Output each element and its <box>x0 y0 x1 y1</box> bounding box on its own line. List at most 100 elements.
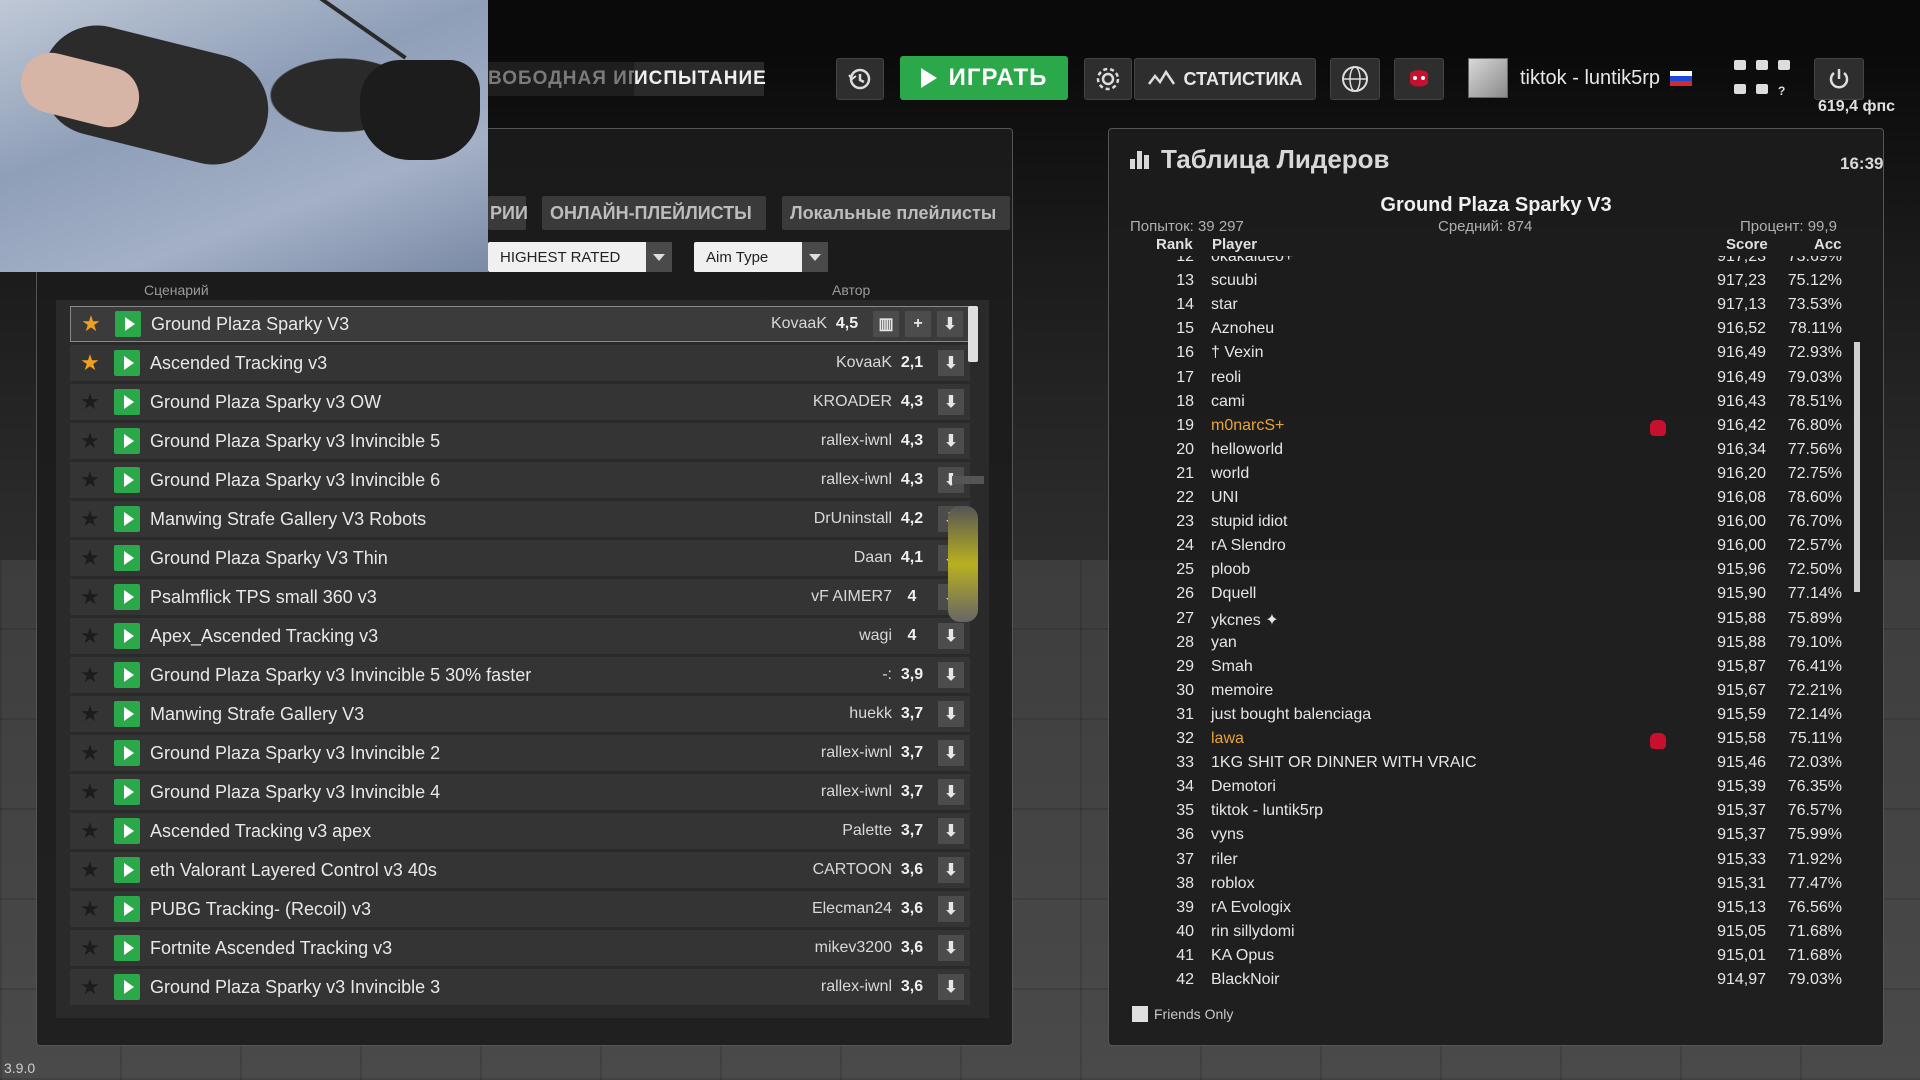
leaderboard-row[interactable]: 17 reoli 916,49 79.03% <box>1124 369 1850 393</box>
friends-only-checkbox[interactable] <box>1132 1006 1148 1022</box>
leaderboard-row[interactable]: 23 stupid idiot 916,00 76.70% <box>1124 513 1850 537</box>
scenario-row[interactable]: ★ Ground Plaza Sparky v3 Invincible 5 30%… <box>70 657 970 693</box>
download-icon[interactable]: ⬇ <box>938 896 964 922</box>
play-scenario-button[interactable] <box>114 545 140 571</box>
leaderboard-row[interactable]: 14 star 917,13 73.53% <box>1124 296 1850 320</box>
play-scenario-button[interactable] <box>114 623 140 649</box>
scenario-row[interactable]: ★ Ground Plaza Sparky v3 Invincible 3 rall… <box>70 969 970 1005</box>
star-icon[interactable]: ★ <box>78 662 102 687</box>
scenario-scrollbar[interactable] <box>968 306 978 362</box>
user-profile[interactable]: tiktok - luntik5rp <box>1468 56 1693 100</box>
leaderboard-row[interactable]: 22 UNI 916,08 78.60% <box>1124 489 1850 513</box>
download-icon[interactable]: ⬇ <box>938 623 964 649</box>
tab-scenarios[interactable]: РИИ <box>488 196 528 230</box>
leaderboard-row[interactable]: 18 cami 916,43 78.51% <box>1124 393 1850 417</box>
star-icon[interactable]: ★ <box>78 506 102 531</box>
scenario-row[interactable]: ★ Manwing Strafe Gallery V3 Robots DrUnins… <box>70 501 970 537</box>
play-scenario-button[interactable] <box>114 740 140 766</box>
play-scenario-button[interactable] <box>114 818 140 844</box>
star-icon[interactable]: ★ <box>78 389 102 414</box>
star-icon[interactable]: ★ <box>78 350 102 375</box>
star-icon[interactable]: ★ <box>78 701 102 726</box>
scenario-row[interactable]: ★ PUBG Tracking- (Recoil) v3 Elecman24 3,6 ⬇ <box>70 891 970 927</box>
leaderboard-row[interactable]: 15 Aznoheu 916,52 78.11% <box>1124 320 1850 344</box>
scenario-row[interactable]: ★ Ground Plaza Sparky V3 KovaaK 4,5 ▥ + ⬇ <box>70 306 970 342</box>
scenario-stats-button[interactable]: ▥ <box>873 311 899 337</box>
play-scenario-button[interactable] <box>115 311 141 337</box>
discord-icon[interactable] <box>1734 60 1746 70</box>
leaderboard-row[interactable]: 39 rA Evologix 915,13 76.56% <box>1124 899 1850 923</box>
leaderboard-row[interactable]: 35 tiktok - luntik5rp 915,37 76.57% <box>1124 802 1850 826</box>
download-icon[interactable]: ⬇ <box>938 779 964 805</box>
scenario-row[interactable]: ★ Ground Plaza Sparky v3 Invincible 6 rall… <box>70 462 970 498</box>
profile-mask-button[interactable] <box>1394 58 1444 100</box>
play-scenario-button[interactable] <box>114 779 140 805</box>
statistics-button[interactable]: СТАТИСТИКА <box>1134 58 1316 100</box>
star-icon[interactable]: ★ <box>78 818 102 843</box>
play-scenario-button[interactable] <box>114 428 140 454</box>
leaderboard-row[interactable]: 26 Dquell 915,90 77.14% <box>1124 585 1850 609</box>
leaderboard-row[interactable]: 41 KA Opus 915,01 71.68% <box>1124 947 1850 971</box>
play-scenario-button[interactable] <box>114 584 140 610</box>
leaderboard-row[interactable]: 27 ykcnes ✦ 915,88 75.89% <box>1124 610 1850 634</box>
leaderboard-row[interactable]: 33 1KG SHIT OR DINNER WITH VRAIC 915,46 72.… <box>1124 754 1850 778</box>
play-scenario-button[interactable] <box>114 350 140 376</box>
steam-icon[interactable] <box>1756 84 1768 94</box>
star-icon[interactable]: ★ <box>78 974 102 999</box>
scenario-row[interactable]: ★Psalmflick TPS small 360 v3vF AIMER74⬇ <box>70 579 970 615</box>
download-icon[interactable]: ⬇ <box>938 857 964 883</box>
download-icon[interactable]: ⬇ <box>938 935 964 961</box>
download-icon[interactable]: ⬇ <box>938 701 964 727</box>
scenario-row[interactable]: ★ Fortnite Ascended Tracking v3 mikev3200 3… <box>70 930 970 966</box>
star-icon[interactable]: ★ <box>78 935 102 960</box>
leaderboard-row[interactable]: 38 roblox 915,31 77.47% <box>1124 875 1850 899</box>
play-scenario-button[interactable] <box>114 389 140 415</box>
twitter-icon[interactable] <box>1756 60 1768 70</box>
leaderboard-row[interactable]: 12 okakaiueo+ 917,23 73.69% <box>1124 256 1850 272</box>
leaderboard-row[interactable]: 19 m0narcS+ 916,42 76.80% <box>1124 417 1850 441</box>
download-icon[interactable]: ⬇ <box>938 389 964 415</box>
play-scenario-button[interactable] <box>114 857 140 883</box>
reddit-icon[interactable] <box>1778 60 1790 70</box>
download-icon[interactable]: ⬇ <box>937 311 963 337</box>
leaderboard-row[interactable]: 25 ploob 915,96 72.50% <box>1124 561 1850 585</box>
scenario-row[interactable]: ★Ground Plaza Sparky V3 ThinDaan4,1⬇ <box>70 540 970 576</box>
leaderboard-scrollbar[interactable] <box>1854 342 1860 592</box>
star-icon[interactable]: ★ <box>78 545 102 570</box>
leaderboard-row[interactable]: 30 memoire 915,67 72.21% <box>1124 682 1850 706</box>
play-scenario-button[interactable] <box>114 467 140 493</box>
play-scenario-button[interactable] <box>114 506 140 532</box>
star-icon[interactable]: ★ <box>78 623 102 648</box>
leaderboard-row[interactable]: 24 rA Slendro 916,00 72.57% <box>1124 537 1850 561</box>
tab-local-playlists[interactable]: Локальные плейлисты <box>782 196 1010 230</box>
leaderboard-row[interactable]: 37 riler 915,33 71.92% <box>1124 851 1850 875</box>
leaderboard-row[interactable]: 29 Smah 915,87 76.41% <box>1124 658 1850 682</box>
power-button[interactable] <box>1814 58 1864 100</box>
scenario-row[interactable]: ★ eth Valorant Layered Control v3 40s CART… <box>70 852 970 888</box>
sort-dropdown[interactable]: HIGHEST RATED <box>488 242 672 272</box>
web-button[interactable] <box>1330 58 1380 100</box>
scenario-row[interactable]: ★ Ground Plaza Sparky v3 Invincible 2 rall… <box>70 735 970 771</box>
friends-only-toggle[interactable]: Friends Only <box>1132 1006 1233 1022</box>
scenario-row[interactable]: ★ Apex_Ascended Tracking v3 wagi 4 ⬇ <box>70 618 970 654</box>
scenario-row[interactable]: ★ Ascended Tracking v3 apex Palette 3,7 ⬇ <box>70 813 970 849</box>
play-scenario-button[interactable] <box>114 701 140 727</box>
help-icon[interactable]: ? <box>1778 84 1790 98</box>
scenario-row[interactable]: ★ Ground Plaza Sparky v3 Invincible 4 rall… <box>70 774 970 810</box>
star-icon[interactable]: ★ <box>78 740 102 765</box>
leaderboard-row[interactable]: 20 helloworld 916,34 77.56% <box>1124 441 1850 465</box>
tab-free-play[interactable]: ВОБОДНАЯ ИГ <box>488 62 648 96</box>
leaderboard-rows[interactable]: 12 okakaiueo+ 917,23 73.69% 13 scuubi 917,23 75… <box>1124 256 1850 996</box>
scenario-list[interactable]: ★ Ground Plaza Sparky V3 KovaaK 4,5 ▥ + ⬇ ★ Asce… <box>56 300 989 1018</box>
download-icon[interactable]: ⬇ <box>938 350 964 376</box>
star-icon[interactable]: ★ <box>78 896 102 921</box>
star-icon[interactable]: ★ <box>78 467 102 492</box>
scenario-row[interactable]: ★ Ascended Tracking v3 KovaaK 2,1 ⬇ <box>70 345 970 381</box>
play-scenario-button[interactable] <box>114 935 140 961</box>
star-icon[interactable]: ★ <box>79 311 103 336</box>
download-icon[interactable]: ⬇ <box>938 662 964 688</box>
leaderboard-row[interactable]: 28 yan 915,88 79.10% <box>1124 634 1850 658</box>
history-button[interactable] <box>836 58 884 100</box>
star-icon[interactable]: ★ <box>78 857 102 882</box>
settings-button[interactable] <box>1084 58 1132 100</box>
